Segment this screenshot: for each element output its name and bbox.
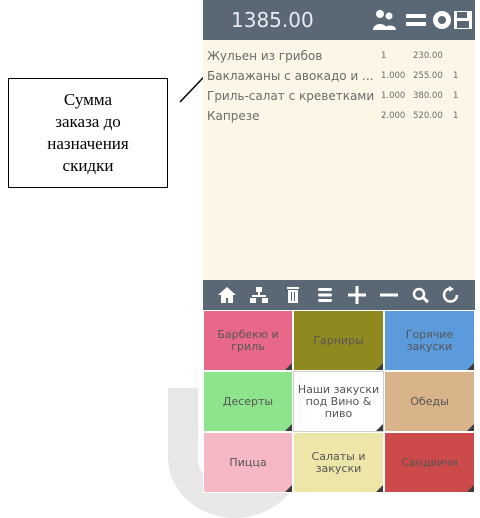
category-label: Пицца: [229, 455, 267, 469]
item-qty: 1.000: [381, 91, 406, 101]
category-salads[interactable]: Салаты и закуски: [293, 432, 384, 493]
category-label: Гарниры: [313, 333, 364, 347]
category-lunch[interactable]: Обеды: [384, 371, 475, 432]
item-price: 380.00: [413, 91, 443, 101]
item-qty: 2.000: [381, 111, 406, 121]
header-bar: 1385.00: [203, 0, 475, 40]
category-label: Горячие закуски: [405, 327, 454, 353]
item-mod: 1: [453, 91, 459, 101]
order-row[interactable]: Жульен из грибов 1 230.00: [203, 46, 475, 66]
item-name: Гриль-салат с креветками: [207, 89, 375, 103]
item-mod: 1: [453, 111, 459, 121]
category-label: Сандвичи: [401, 455, 458, 469]
order-row[interactable]: Гриль-салат с креветками 1.000 380.00 1: [203, 86, 475, 106]
category-pizza[interactable]: Пицца: [203, 432, 293, 493]
order-row[interactable]: Капрезе 2.000 520.00 1: [203, 106, 475, 126]
pos-app: 1385.00 Жульен из грибов 1 230.00 Баклаж…: [203, 0, 475, 493]
action-toolbar: [203, 280, 475, 310]
home-icon[interactable]: [217, 286, 237, 304]
order-total: 1385.00: [231, 8, 314, 32]
minus-icon[interactable]: [379, 286, 399, 304]
item-name: Капрезе: [207, 109, 260, 123]
hierarchy-icon[interactable]: [249, 286, 269, 304]
callout-line-3: назначения: [47, 134, 129, 153]
category-desserts[interactable]: Десерты: [203, 371, 293, 432]
category-wine-snacks[interactable]: Наши закуски под Вино & пиво: [293, 371, 384, 432]
users-icon[interactable]: [371, 8, 397, 32]
menu-icon[interactable]: [403, 8, 429, 32]
order-list: Жульен из грибов 1 230.00 Баклажаны с ав…: [203, 40, 475, 280]
callout-line-2: заказа до: [55, 112, 121, 131]
item-qty: 1.000: [381, 71, 406, 81]
category-sandwiches[interactable]: Сандвичи: [384, 432, 475, 493]
category-grid: Барбекю и гриль Гарниры Горячие закуски …: [203, 310, 475, 493]
plus-icon[interactable]: [347, 286, 367, 304]
callout-line-1: Сумма: [63, 90, 113, 109]
search-icon[interactable]: [411, 286, 431, 304]
item-qty: 1: [381, 51, 387, 61]
category-label: Барбекю и гриль: [217, 327, 279, 353]
item-name: Баклажаны с авокадо и ...: [207, 69, 374, 83]
callout-box: Сумма заказа до назначения скидки: [8, 78, 168, 188]
category-bbq[interactable]: Барбекю и гриль: [203, 310, 293, 371]
item-price: 230.00: [413, 51, 443, 61]
item-price: 255.00: [413, 71, 443, 81]
delete-icon[interactable]: [283, 286, 303, 304]
list-icon[interactable]: [315, 286, 335, 304]
category-garnish[interactable]: Гарниры: [293, 310, 384, 371]
category-hot-snacks[interactable]: Горячие закуски: [384, 310, 475, 371]
category-label: Наши закуски под Вино & пиво: [297, 382, 380, 420]
category-label: Салаты и закуски: [311, 449, 366, 475]
item-price: 520.00: [413, 111, 443, 121]
category-label: Десерты: [222, 394, 274, 408]
item-mod: 1: [453, 71, 459, 81]
refresh-icon[interactable]: [441, 286, 461, 304]
category-label: Обеды: [410, 394, 449, 408]
callout-line-4: скидки: [62, 156, 114, 175]
save-icon[interactable]: [451, 8, 475, 32]
order-row[interactable]: Баклажаны с авокадо и ... 1.000 255.00 1: [203, 66, 475, 86]
item-name: Жульен из грибов: [207, 49, 323, 63]
